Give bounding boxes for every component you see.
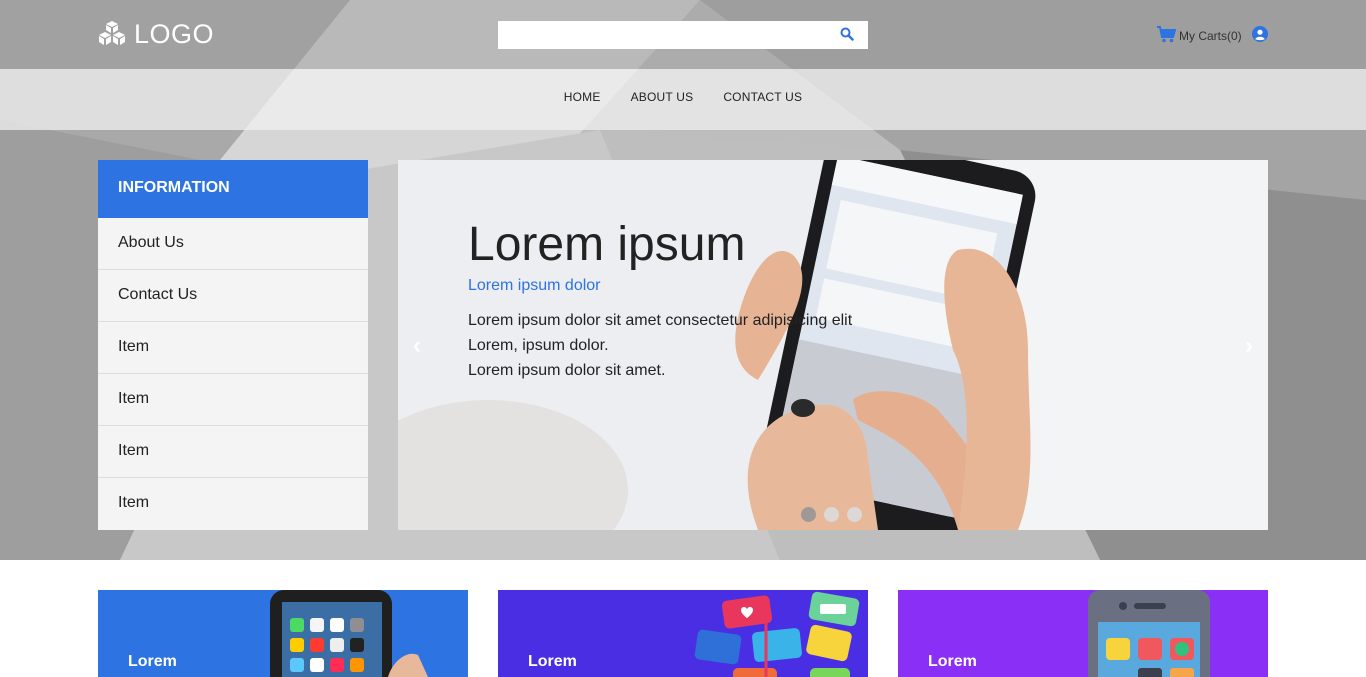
logo[interactable]: LOGO	[98, 18, 214, 50]
promo-card-social[interactable]: Lorem	[498, 590, 868, 677]
slide-title: Lorem ipsum	[468, 218, 746, 271]
cart-icon	[1157, 25, 1177, 43]
slide-subtitle: Lorem ipsum dolor	[468, 277, 601, 294]
card-label: Lorem	[528, 653, 577, 670]
search-box	[498, 21, 868, 49]
search-input[interactable]	[498, 21, 828, 49]
hero-carousel: Lorem ipsum Lorem ipsum dolor Lorem ipsu…	[398, 160, 1268, 530]
sidebar-item-contact-us[interactable]: Contact Us	[98, 270, 368, 322]
main-nav: HOME ABOUT US CONTACT US	[0, 69, 1366, 130]
search-icon[interactable]	[840, 27, 856, 43]
nav-contact-us[interactable]: CONTACT US	[723, 90, 802, 104]
nav-about-us[interactable]: ABOUT US	[631, 90, 694, 104]
cart-link[interactable]: My Carts(0)	[1157, 25, 1242, 43]
sidebar-item[interactable]: Item	[98, 374, 368, 426]
slide-text-line: Lorem ipsum dolor sit amet consectetur a…	[468, 312, 853, 329]
nav-home[interactable]: HOME	[564, 90, 601, 104]
promo-card-phone[interactable]: Lorem	[98, 590, 468, 677]
information-sidebar: INFORMATION About Us Contact Us Item Ite…	[98, 160, 368, 530]
user-icon[interactable]	[1252, 26, 1268, 42]
carousel-next-button[interactable]: ›	[1245, 332, 1253, 360]
cubes-icon	[98, 20, 126, 48]
sidebar-title: INFORMATION	[98, 160, 368, 218]
card-label: Lorem	[928, 653, 977, 670]
carousel-dot[interactable]	[847, 507, 862, 522]
slide-text-line: Lorem ipsum dolor sit amet.	[468, 362, 666, 379]
logo-text: LOGO	[134, 19, 215, 49]
slide-text-line: Lorem, ipsum dolor.	[468, 337, 609, 354]
carousel-prev-button[interactable]: ‹	[413, 332, 421, 360]
sidebar-item[interactable]: Item	[98, 478, 368, 530]
cart-label: My Carts(0)	[1179, 29, 1242, 43]
promo-card-mobile[interactable]: Lorem	[898, 590, 1268, 677]
card-label: Lorem	[128, 653, 177, 670]
sidebar-item[interactable]: Item	[98, 322, 368, 374]
sidebar-item-about-us[interactable]: About Us	[98, 218, 368, 270]
carousel-dot[interactable]	[801, 507, 816, 522]
carousel-indicators	[801, 507, 862, 522]
slide-text: Lorem ipsum dolor sit amet consectetur a…	[468, 308, 852, 383]
header-bar: LOGO My Carts(0)	[0, 0, 1366, 69]
sidebar-item[interactable]: Item	[98, 426, 368, 478]
carousel-dot[interactable]	[824, 507, 839, 522]
